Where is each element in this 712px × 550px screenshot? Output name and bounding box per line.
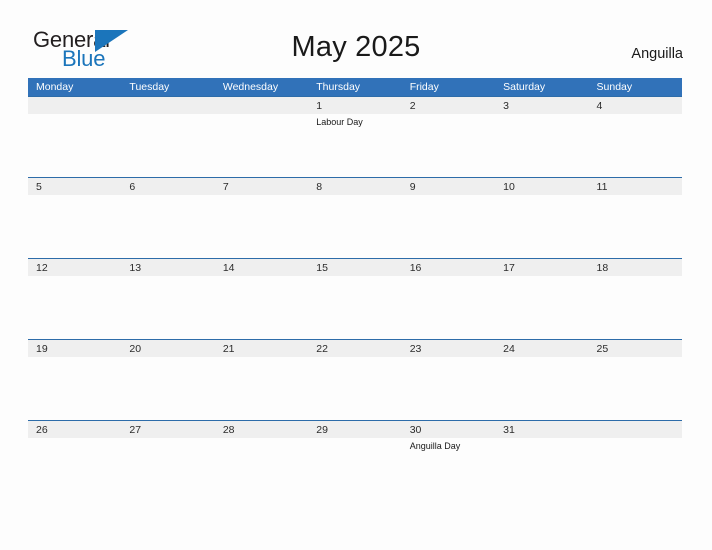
calendar-day-cell[interactable]: 30 Anguilla Day	[402, 420, 495, 501]
calendar-day-cell[interactable]: 7	[215, 177, 308, 258]
calendar-day-cell[interactable]: 2	[402, 96, 495, 177]
day-number: 13	[129, 262, 142, 274]
calendar-day-cell[interactable]: 15	[308, 258, 401, 339]
day-number: 20	[129, 343, 142, 355]
week-cells: 26 27 28 29 30 Anguilla Day 31	[28, 420, 682, 501]
day-number: 8	[316, 181, 323, 193]
day-number: 21	[222, 343, 235, 355]
weekday-header-thursday: Thursday	[316, 81, 361, 93]
day-number: 7	[222, 181, 229, 193]
day-number: 17	[503, 262, 515, 274]
calendar-week-row: 26 27 28 29 30 Anguilla Day 31	[28, 420, 682, 501]
calendar-day-cell[interactable]: 12	[28, 258, 121, 339]
calendar-day-cell[interactable]: 3	[495, 96, 588, 177]
day-number: 27	[129, 424, 142, 436]
day-number: 12	[36, 262, 48, 274]
day-number: 6	[129, 181, 136, 193]
weekday-header-row: Monday Tuesday Wednesday Thursday Friday Satu…	[28, 78, 682, 96]
calendar-day-cell[interactable]: 16	[402, 258, 495, 339]
calendar-day-cell[interactable]: 25	[589, 339, 682, 420]
day-number: 31	[503, 424, 515, 436]
day-number: 26	[36, 424, 48, 436]
calendar-day-cell[interactable]: 19	[28, 339, 121, 420]
day-number: 29	[316, 424, 328, 436]
calendar-day-cell[interactable]: 11	[589, 177, 682, 258]
day-number: 18	[596, 262, 609, 274]
calendar-day-cell[interactable]: 28	[215, 420, 308, 501]
calendar-day-cell[interactable]: 29	[308, 420, 401, 501]
day-number: 16	[409, 262, 422, 274]
day-number: 1	[316, 100, 323, 112]
calendar-day-cell[interactable]: 27	[121, 420, 214, 501]
calendar-day-cell[interactable]: 23	[402, 339, 495, 420]
calendar-day-cell[interactable]: 24	[495, 339, 588, 420]
calendar-week-row: 1 Labour Day 2 3 4	[28, 96, 682, 177]
calendar-day-cell[interactable]: 9	[402, 177, 495, 258]
calendar-day-cell[interactable]: 6	[121, 177, 214, 258]
calendar-day-cell[interactable]: 17	[495, 258, 588, 339]
day-number: 11	[596, 181, 608, 193]
calendar-day-cell[interactable]: 5	[28, 177, 121, 258]
page-header: General Blue May 2025 Anguilla	[0, 0, 712, 78]
calendar-day-cell[interactable]: 21	[215, 339, 308, 420]
day-number: 30	[409, 424, 422, 436]
day-event-label: Labour Day	[316, 117, 363, 127]
week-cells: 5 6 7 8 9 10 11	[28, 177, 682, 258]
calendar-day-cell[interactable]: 18	[589, 258, 682, 339]
day-number: 10	[503, 181, 515, 193]
week-cells: 12 13 14 15 16 17 18	[28, 258, 682, 339]
day-number: 24	[503, 343, 515, 355]
day-number: 23	[409, 343, 422, 355]
weekday-header-sunday: Sunday	[596, 81, 633, 93]
calendar-week-row: 5 6 7 8 9 10 11	[28, 177, 682, 258]
calendar-day-cell[interactable]: 14	[215, 258, 308, 339]
week-cells: 19 20 21 22 23 24 25	[28, 339, 682, 420]
calendar-week-row: 19 20 21 22 23 24 25	[28, 339, 682, 420]
page-title: May 2025	[291, 31, 421, 63]
day-number: 9	[409, 181, 416, 193]
calendar-day-cell-empty	[589, 420, 682, 501]
calendar-day-cell-empty	[28, 96, 121, 177]
calendar-day-cell-empty	[215, 96, 308, 177]
calendar-day-cell[interactable]: 31	[495, 420, 588, 501]
day-number: 2	[409, 100, 416, 112]
calendar-week-row: 12 13 14 15 16 17 18	[28, 258, 682, 339]
calendar-day-cell[interactable]: 1 Labour Day	[308, 96, 401, 177]
weekday-header-wednesday: Wednesday	[222, 81, 279, 93]
calendar-day-cell[interactable]: 26	[28, 420, 121, 501]
day-number: 28	[222, 424, 235, 436]
day-number: 4	[596, 100, 603, 112]
calendar-day-cell[interactable]: 10	[495, 177, 588, 258]
calendar-day-cell[interactable]: 22	[308, 339, 401, 420]
calendar-day-cell-empty	[121, 96, 214, 177]
day-event-label: Anguilla Day	[409, 441, 461, 451]
weekday-header-monday: Monday	[36, 81, 74, 93]
weekday-header-saturday: Saturday	[503, 81, 546, 93]
day-number: 25	[596, 343, 609, 355]
weekday-header-friday: Friday	[409, 81, 439, 93]
calendar-day-cell[interactable]: 8	[308, 177, 401, 258]
day-number: 5	[36, 181, 42, 193]
day-number: 19	[36, 343, 48, 355]
week-cells: 1 Labour Day 2 3 4	[28, 96, 682, 177]
day-number: 3	[503, 100, 509, 112]
weekday-header-tuesday: Tuesday	[129, 81, 170, 93]
calendar-weeks: 1 Labour Day 2 3 4 5 6 7 8 9 10 11 12 13 14 15 16 17 18 19 2…	[28, 96, 682, 501]
calendar-day-cell[interactable]: 4	[589, 96, 682, 177]
day-number: 22	[316, 343, 328, 355]
day-number: 14	[222, 262, 235, 274]
calendar-day-cell[interactable]: 20	[121, 339, 214, 420]
day-number: 15	[316, 262, 328, 274]
calendar-grid: Monday Tuesday Wednesday Thursday Friday Satu…	[28, 78, 682, 501]
calendar-day-cell[interactable]: 13	[121, 258, 214, 339]
country-label: Anguilla	[631, 46, 683, 62]
